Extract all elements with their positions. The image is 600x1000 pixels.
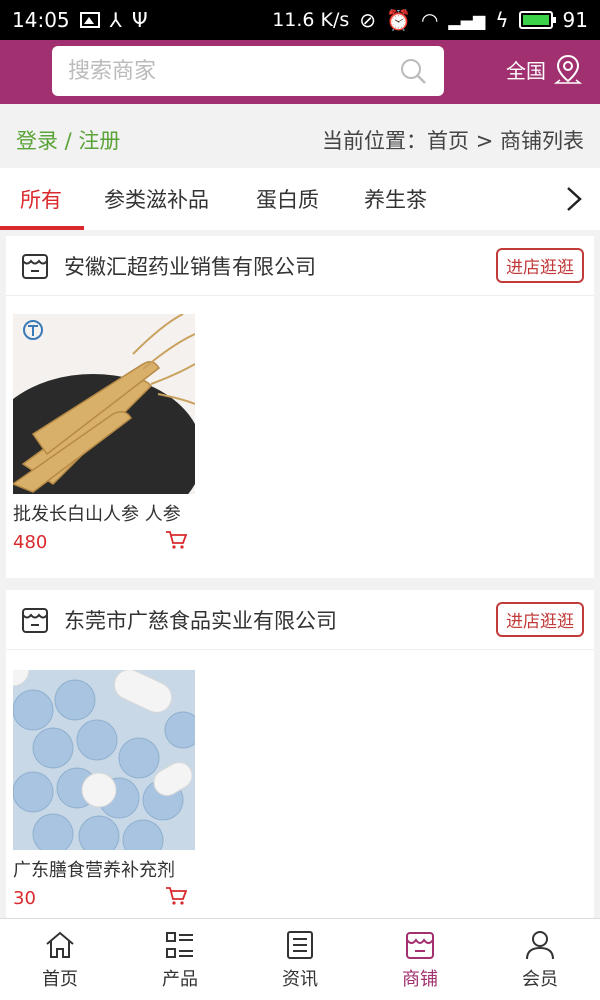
login-register-link[interactable]: 登录 / 注册 [16, 125, 120, 155]
region-label: 全国 [506, 58, 546, 83]
battery-level: 91 [562, 8, 588, 32]
nav-products-label: 产品 [162, 968, 198, 990]
tab-health-tea[interactable]: 养生茶 [364, 168, 427, 230]
nav-member[interactable]: 会员 [480, 919, 600, 1000]
product-item[interactable]: 广东膳食营养补充剂 30 [13, 670, 195, 909]
image-notification-icon [79, 12, 100, 28]
breadcrumb-bar: 登录 / 注册 当前位置：首页 > 商铺列表 [0, 112, 600, 168]
status-bar: 14:05 ⅄ Ψ 11.6 K/s ⊘ ⏰ ◠ ▂▄▆ ϟ 91 [0, 0, 600, 40]
tab-all[interactable]: 所有 [20, 168, 62, 230]
signal-icon: ▂▄▆ [448, 10, 486, 30]
user-icon [526, 930, 554, 959]
status-time: 14:05 [12, 8, 70, 32]
alarm-icon: ⏰ [386, 8, 411, 32]
shop-icon [22, 253, 48, 279]
visit-shop-button[interactable]: 进店逛逛 [496, 602, 584, 637]
home-icon [46, 931, 74, 958]
breadcrumb: 当前位置：首页 > 商铺列表 [322, 129, 584, 153]
tab-protein[interactable]: 蛋白质 [256, 168, 319, 230]
shop-name[interactable]: 东莞市广慈食品实业有限公司 [64, 605, 337, 635]
shop-name[interactable]: 安徽汇超药业销售有限公司 [64, 251, 316, 281]
share-notification-icon: ⅄ [109, 8, 122, 32]
bottom-navigation: 首页 产品 资讯 商铺 会员 [0, 918, 600, 1000]
nav-news-label: 资讯 [282, 968, 318, 990]
product-name[interactable]: 广东膳食营养补充剂 [13, 856, 189, 882]
chevron-right-icon[interactable] [562, 184, 586, 214]
search-box[interactable] [52, 46, 444, 96]
nav-shops-label: 商铺 [402, 968, 438, 990]
nav-news[interactable]: 资讯 [240, 919, 360, 1000]
shop-card-header: 东莞市广慈食品实业有限公司 进店逛逛 [6, 590, 594, 650]
product-image-ginseng[interactable] [13, 314, 195, 494]
region-selector[interactable]: 全国 [506, 54, 582, 84]
mute-icon: ⊘ [359, 8, 377, 32]
shop-card: 安徽汇超药业销售有限公司 进店逛逛 批发长白山人参 人参 480 [6, 236, 594, 578]
location-pin-icon [554, 54, 582, 84]
battery-icon [518, 11, 556, 29]
shop-card-header: 安徽汇超药业销售有限公司 进店逛逛 [6, 236, 594, 296]
nav-shops[interactable]: 商铺 [360, 919, 480, 1000]
shop-card: 东莞市广慈食品实业有限公司 进店逛逛 广东膳食营养补充剂 30 [6, 590, 594, 920]
search-input[interactable] [68, 58, 388, 84]
grid-list-icon [166, 931, 193, 958]
news-icon [287, 930, 313, 959]
nav-home[interactable]: 首页 [0, 919, 120, 1000]
usb-icon: Ψ [131, 8, 148, 32]
tab-ginseng-tonics[interactable]: 参类滋补品 [104, 168, 209, 230]
cart-icon[interactable] [165, 886, 187, 906]
network-speed: 11.6 K/s [272, 9, 350, 31]
active-tab-indicator [0, 226, 84, 230]
shop-icon [406, 931, 434, 959]
nav-products[interactable]: 产品 [120, 919, 240, 1000]
visit-shop-button[interactable]: 进店逛逛 [496, 248, 584, 283]
product-image-tablets[interactable] [13, 670, 195, 850]
product-name[interactable]: 批发长白山人参 人参 [13, 500, 189, 526]
shop-icon [22, 607, 48, 633]
cart-icon[interactable] [165, 530, 187, 550]
charging-icon: ϟ [495, 8, 509, 32]
category-tabs: 所有 参类滋补品 蛋白质 养生茶 [0, 168, 600, 230]
app-header: 全国 [0, 40, 600, 104]
wifi-icon: ◠ [420, 8, 439, 32]
nav-member-label: 会员 [522, 968, 558, 990]
nav-home-label: 首页 [42, 968, 78, 990]
search-icon[interactable] [400, 58, 426, 84]
product-item[interactable]: 批发长白山人参 人参 480 [13, 314, 195, 553]
